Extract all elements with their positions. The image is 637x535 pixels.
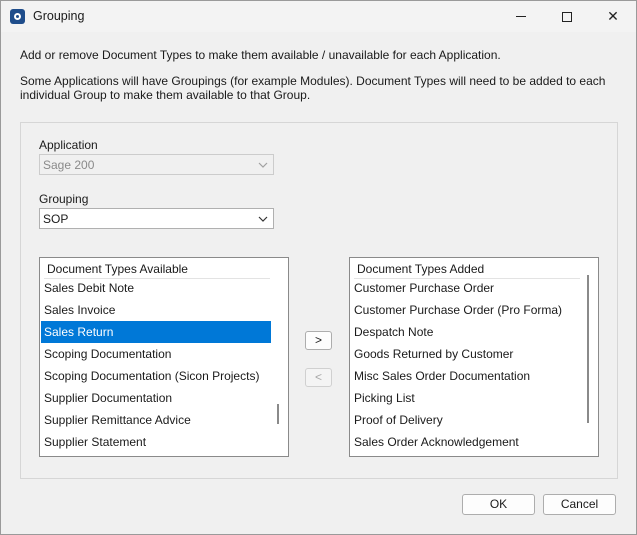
available-scrollbar[interactable] (271, 259, 287, 455)
list-item[interactable]: Misc Sales Order Documentation (351, 365, 581, 387)
list-item[interactable]: Proof of Delivery (351, 409, 581, 431)
grouping-panel: Application Sage 200 Grouping SOP Docume… (20, 122, 618, 479)
list-item[interactable]: Supplier Documentation (41, 387, 271, 409)
list-item[interactable]: Supplier Remittance Advice (41, 409, 271, 431)
list-item[interactable]: Customer Purchase Order (Pro Forma) (351, 299, 581, 321)
chevron-down-icon (258, 162, 268, 168)
window-title: Grouping (33, 9, 85, 23)
close-icon: ✕ (607, 8, 619, 25)
list-item-selected[interactable]: Sales Return (41, 321, 271, 343)
minimize-button[interactable] (498, 1, 544, 32)
list-item[interactable]: Customer Purchase Order (351, 277, 581, 299)
minimize-icon (516, 16, 526, 17)
ok-button[interactable]: OK (462, 494, 535, 515)
list-item[interactable]: Picking List (351, 387, 581, 409)
app-gear-icon (10, 9, 25, 24)
chevron-down-icon (258, 216, 268, 222)
remove-button[interactable]: < (305, 368, 332, 387)
application-value: Sage 200 (43, 158, 95, 172)
available-list[interactable]: Document Types Available Sales Debit Not… (39, 257, 289, 457)
maximize-icon (562, 11, 572, 22)
list-item[interactable]: Scoping Documentation (41, 343, 271, 365)
list-item[interactable]: Despatch Note (351, 321, 581, 343)
added-list[interactable]: Document Types Added Customer Purchase O… (349, 257, 599, 457)
intro-text-2: Some Applications will have Groupings (f… (20, 74, 606, 102)
list-item[interactable]: Sales Order Acknowledgement (351, 431, 581, 453)
added-scrollbar[interactable] (581, 259, 597, 455)
grouping-dialog: Grouping ✕ Add or remove Document Types … (0, 0, 637, 535)
application-label: Application (39, 138, 98, 152)
available-scroll-thumb[interactable] (277, 404, 279, 424)
list-item[interactable]: Sales Invoice (41, 299, 271, 321)
added-scroll-thumb[interactable] (587, 275, 589, 423)
maximize-button[interactable] (544, 1, 590, 32)
grouping-value: SOP (43, 212, 69, 226)
close-button[interactable]: ✕ (590, 1, 636, 32)
cancel-button[interactable]: Cancel (543, 494, 616, 515)
list-item[interactable]: Sales Debit Note (41, 277, 271, 299)
title-bar: Grouping ✕ (1, 1, 636, 32)
list-item[interactable]: Scoping Documentation (Sicon Projects) (41, 365, 271, 387)
intro-text-1: Add or remove Document Types to make the… (20, 48, 501, 62)
application-dropdown: Sage 200 (39, 154, 274, 175)
list-item[interactable]: Supplier Statement (41, 431, 271, 453)
grouping-label: Grouping (39, 192, 89, 206)
add-button[interactable]: > (305, 331, 332, 350)
list-item[interactable]: Goods Returned by Customer (351, 343, 581, 365)
grouping-dropdown[interactable]: SOP (39, 208, 274, 229)
